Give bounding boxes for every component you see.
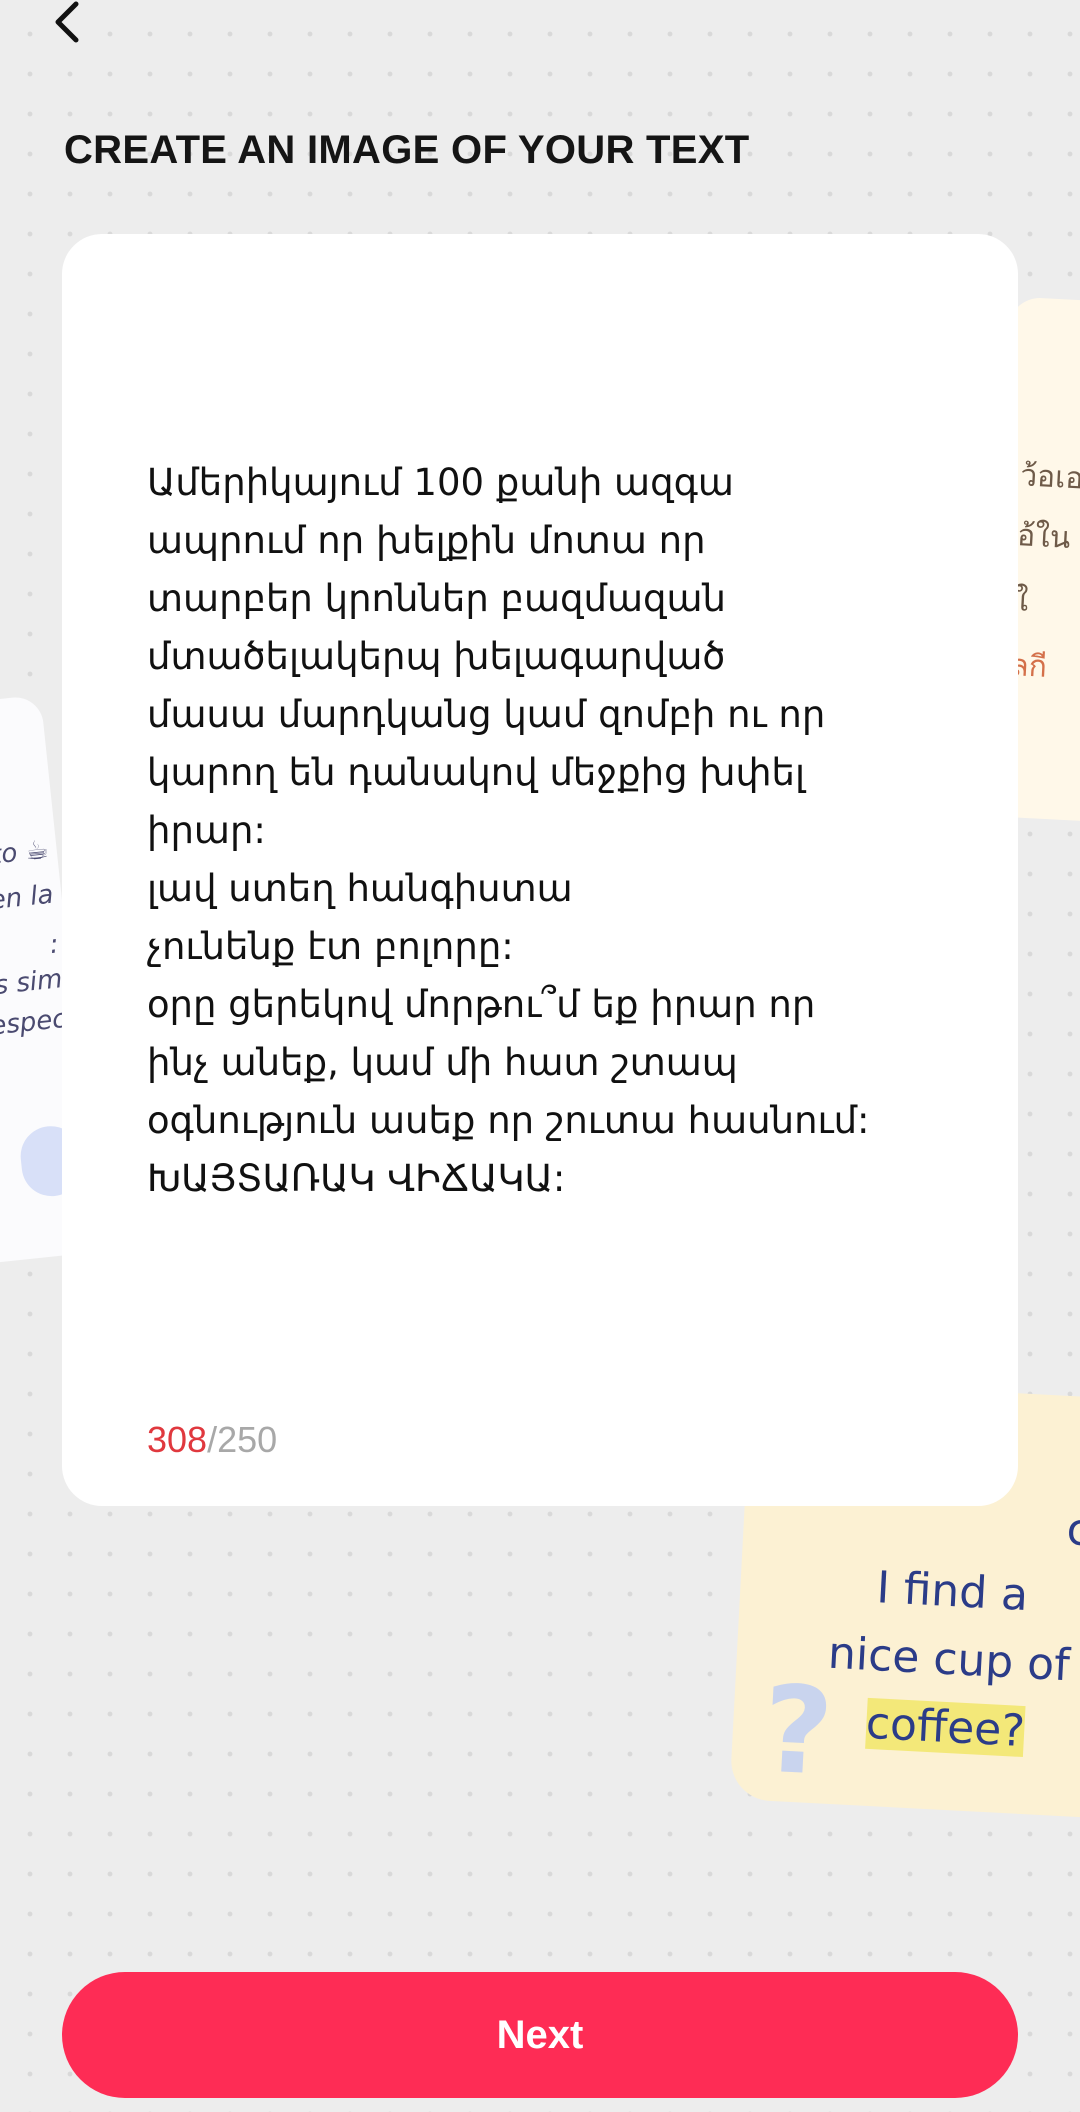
next-button[interactable]: Next <box>62 1972 1018 2098</box>
text-input-card: Ամերիկայում 100 քանի ազգա ապրում որ խելք… <box>62 234 1018 1506</box>
next-button-label: Next <box>496 2012 584 2057</box>
character-count: 308 <box>147 1419 208 1460</box>
sample-card-text: can I find a nice cup of coffee? <box>794 1482 1080 1769</box>
counter-separator: / <box>207 1419 218 1460</box>
sample-card-text: : <box>48 929 61 961</box>
page-title: CREATE AN IMAGE OF YOUR TEXT <box>64 128 750 172</box>
sample-card-text: en la <box>0 879 55 917</box>
sample-card-text: อ้ใน <box>1016 518 1072 556</box>
character-limit: 250 <box>217 1419 278 1460</box>
sample-card-text: espec <box>0 1003 68 1042</box>
sample-card-text: ว้อเอ <box>1019 458 1080 497</box>
sample-card-text: ito ☕ <box>0 834 51 872</box>
sample-line-highlight: coffee? <box>864 1697 1027 1758</box>
text-input[interactable]: Ամերիկայում 100 քանի ազգա ապրում որ խելք… <box>147 454 967 1208</box>
question-mark-decoration: ? <box>759 1660 837 1803</box>
character-counter: 308/250 <box>147 1419 277 1461</box>
chevron-left-icon <box>55 1 79 43</box>
sample-card-text: ás sim <box>0 964 64 1003</box>
back-button[interactable] <box>44 0 104 48</box>
